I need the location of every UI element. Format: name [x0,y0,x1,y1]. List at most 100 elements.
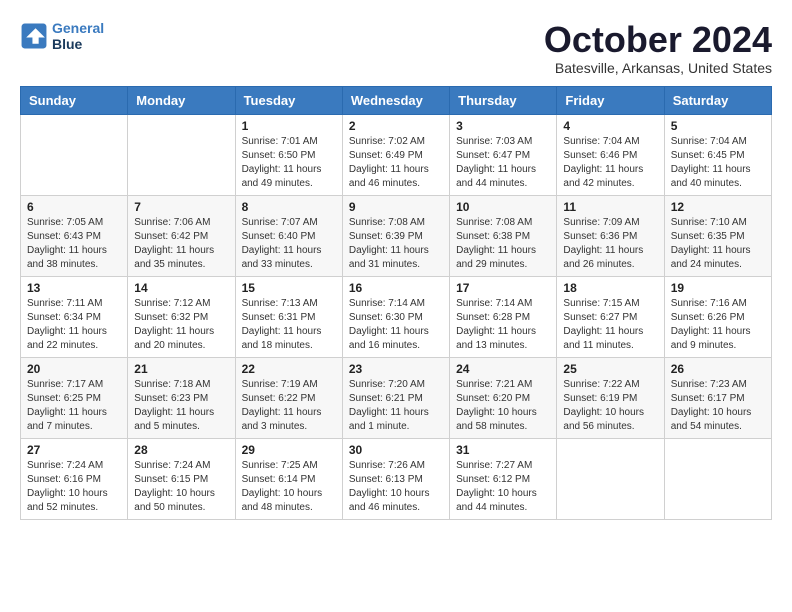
calendar-cell: 30 Sunrise: 7:26 AM Sunset: 6:13 PM Dayli… [342,438,449,519]
calendar-cell: 31Sunrise: 7:27 AM Sunset: 6:12 PM Dayli… [450,438,557,519]
day-number: 5 [671,119,765,133]
day-info: Sunrise: 7:11 AM Sunset: 6:34 PM Dayligh… [27,297,121,353]
day-number: 26 [671,362,765,376]
weekday-header-wednesday: Wednesday [342,86,449,114]
calendar-cell: 9Sunrise: 7:08 AM Sunset: 6:39 PM Daylig… [342,195,449,276]
day-info: Sunrise: 7:18 AM Sunset: 6:23 PM Dayligh… [134,378,228,434]
day-info: Sunrise: 7:22 AM Sunset: 6:19 PM Dayligh… [563,378,657,434]
logo-icon [20,22,48,50]
day-number: 24 [456,362,550,376]
calendar-cell: 29 Sunrise: 7:25 AM Sunset: 6:14 PM Dayli… [235,438,342,519]
calendar-cell: 18Sunrise: 7:15 AM Sunset: 6:27 PM Dayli… [557,276,664,357]
day-number: 12 [671,200,765,214]
calendar-cell: 10 Sunrise: 7:08 AM Sunset: 6:38 PM Dayli… [450,195,557,276]
page-header: General Blue October 2024 Batesville, Ar… [20,20,772,76]
day-info: Sunrise: 7:24 AM Sunset: 6:16 PM Dayligh… [27,459,121,515]
calendar-cell: 4 Sunrise: 7:04 AM Sunset: 6:46 PM Daylig… [557,114,664,195]
calendar-cell: 22Sunrise: 7:19 AM Sunset: 6:22 PM Dayli… [235,357,342,438]
day-number: 19 [671,281,765,295]
day-info: Sunrise: 7:06 AM Sunset: 6:42 PM Dayligh… [134,216,228,272]
day-info: Sunrise: 7:02 AM Sunset: 6:49 PM Dayligh… [349,135,443,191]
day-info: Sunrise: 7:16 AM Sunset: 6:26 PM Dayligh… [671,297,765,353]
calendar-cell: 14 Sunrise: 7:12 AM Sunset: 6:32 PM Dayli… [128,276,235,357]
day-number: 17 [456,281,550,295]
calendar-cell: 2Sunrise: 7:02 AM Sunset: 6:49 PM Daylig… [342,114,449,195]
day-info: Sunrise: 7:08 AM Sunset: 6:38 PM Dayligh… [456,216,550,272]
calendar-cell: 5 Sunrise: 7:04 AM Sunset: 6:45 PM Daylig… [664,114,771,195]
calendar-cell [21,114,128,195]
day-number: 25 [563,362,657,376]
day-info: Sunrise: 7:17 AM Sunset: 6:25 PM Dayligh… [27,378,121,434]
calendar-table: SundayMondayTuesdayWednesdayThursdayFrid… [20,86,772,520]
calendar-cell [664,438,771,519]
title-block: October 2024 Batesville, Arkansas, Unite… [544,20,772,76]
day-number: 16 [349,281,443,295]
day-info: Sunrise: 7:05 AM Sunset: 6:43 PM Dayligh… [27,216,121,272]
day-info: Sunrise: 7:12 AM Sunset: 6:32 PM Dayligh… [134,297,228,353]
calendar-cell: 25 Sunrise: 7:22 AM Sunset: 6:19 PM Dayli… [557,357,664,438]
day-number: 4 [563,119,657,133]
day-number: 13 [27,281,121,295]
day-number: 21 [134,362,228,376]
day-info: Sunrise: 7:04 AM Sunset: 6:45 PM Dayligh… [671,135,765,191]
calendar-cell: 26Sunrise: 7:23 AM Sunset: 6:17 PM Dayli… [664,357,771,438]
day-number: 6 [27,200,121,214]
day-number: 7 [134,200,228,214]
calendar-week-row: 20 Sunrise: 7:17 AM Sunset: 6:25 PM Dayli… [21,357,772,438]
day-number: 1 [242,119,336,133]
weekday-header-saturday: Saturday [664,86,771,114]
day-number: 11 [563,200,657,214]
day-info: Sunrise: 7:26 AM Sunset: 6:13 PM Dayligh… [349,459,443,515]
day-number: 3 [456,119,550,133]
calendar-cell: 15Sunrise: 7:13 AM Sunset: 6:31 PM Dayli… [235,276,342,357]
calendar-cell: 6 Sunrise: 7:05 AM Sunset: 6:43 PM Daylig… [21,195,128,276]
calendar-cell: 17 Sunrise: 7:14 AM Sunset: 6:28 PM Dayli… [450,276,557,357]
day-info: Sunrise: 7:07 AM Sunset: 6:40 PM Dayligh… [242,216,336,272]
day-info: Sunrise: 7:25 AM Sunset: 6:14 PM Dayligh… [242,459,336,515]
day-info: Sunrise: 7:14 AM Sunset: 6:28 PM Dayligh… [456,297,550,353]
day-number: 10 [456,200,550,214]
calendar-cell: 23Sunrise: 7:20 AM Sunset: 6:21 PM Dayli… [342,357,449,438]
day-info: Sunrise: 7:27 AM Sunset: 6:12 PM Dayligh… [456,459,550,515]
day-number: 27 [27,443,121,457]
calendar-cell: 8 Sunrise: 7:07 AM Sunset: 6:40 PM Daylig… [235,195,342,276]
logo-blue: Blue [52,36,82,52]
calendar-cell: 13 Sunrise: 7:11 AM Sunset: 6:34 PM Dayli… [21,276,128,357]
day-info: Sunrise: 7:01 AM Sunset: 6:50 PM Dayligh… [242,135,336,191]
calendar-cell: 1 Sunrise: 7:01 AM Sunset: 6:50 PM Daylig… [235,114,342,195]
calendar-week-row: 6 Sunrise: 7:05 AM Sunset: 6:43 PM Daylig… [21,195,772,276]
calendar-cell: 11Sunrise: 7:09 AM Sunset: 6:36 PM Dayli… [557,195,664,276]
day-number: 30 [349,443,443,457]
calendar-cell [128,114,235,195]
weekday-header-row: SundayMondayTuesdayWednesdayThursdayFrid… [21,86,772,114]
weekday-header-sunday: Sunday [21,86,128,114]
day-number: 14 [134,281,228,295]
day-number: 22 [242,362,336,376]
calendar-cell: 19 Sunrise: 7:16 AM Sunset: 6:26 PM Dayli… [664,276,771,357]
day-number: 28 [134,443,228,457]
day-number: 29 [242,443,336,457]
calendar-cell: 3 Sunrise: 7:03 AM Sunset: 6:47 PM Daylig… [450,114,557,195]
calendar-cell: 20 Sunrise: 7:17 AM Sunset: 6:25 PM Dayli… [21,357,128,438]
day-number: 8 [242,200,336,214]
calendar-cell: 16 Sunrise: 7:14 AM Sunset: 6:30 PM Dayli… [342,276,449,357]
logo: General Blue [20,20,104,52]
weekday-header-monday: Monday [128,86,235,114]
calendar-cell: 21 Sunrise: 7:18 AM Sunset: 6:23 PM Dayli… [128,357,235,438]
day-info: Sunrise: 7:20 AM Sunset: 6:21 PM Dayligh… [349,378,443,434]
day-info: Sunrise: 7:04 AM Sunset: 6:46 PM Dayligh… [563,135,657,191]
calendar-week-row: 1 Sunrise: 7:01 AM Sunset: 6:50 PM Daylig… [21,114,772,195]
day-info: Sunrise: 7:15 AM Sunset: 6:27 PM Dayligh… [563,297,657,353]
weekday-header-thursday: Thursday [450,86,557,114]
calendar-cell: 24Sunrise: 7:21 AM Sunset: 6:20 PM Dayli… [450,357,557,438]
weekday-header-friday: Friday [557,86,664,114]
day-info: Sunrise: 7:03 AM Sunset: 6:47 PM Dayligh… [456,135,550,191]
day-number: 20 [27,362,121,376]
calendar-cell [557,438,664,519]
day-number: 15 [242,281,336,295]
day-number: 9 [349,200,443,214]
day-info: Sunrise: 7:14 AM Sunset: 6:30 PM Dayligh… [349,297,443,353]
calendar-title: October 2024 [544,20,772,60]
calendar-week-row: 27 Sunrise: 7:24 AM Sunset: 6:16 PM Dayli… [21,438,772,519]
calendar-cell: 28Sunrise: 7:24 AM Sunset: 6:15 PM Dayli… [128,438,235,519]
